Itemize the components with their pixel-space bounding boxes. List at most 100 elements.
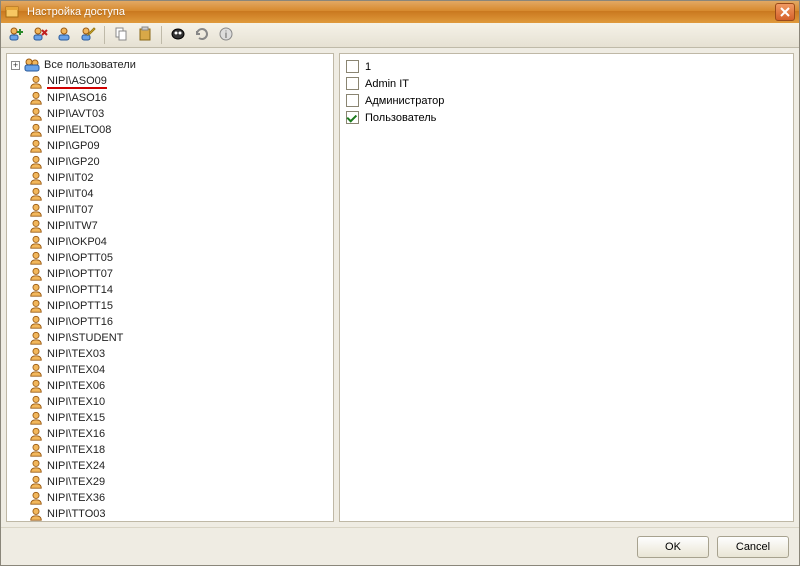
tree-item-label: NIPI\AVT03: [47, 108, 104, 120]
user-add-button[interactable]: [5, 24, 27, 46]
user-edit-button[interactable]: [77, 24, 99, 46]
checkbox[interactable]: [346, 111, 359, 124]
user-remove-icon: [32, 26, 48, 45]
paste-button[interactable]: [134, 24, 156, 46]
tree-item[interactable]: NIPI\OKP04: [27, 234, 329, 250]
tree-item-label: NIPI\TEX24: [47, 460, 105, 472]
tree-item[interactable]: NIPI\OPTT14: [27, 282, 329, 298]
user-icon: [29, 171, 43, 185]
user-icon: [29, 203, 43, 217]
tree-item-label: NIPI\OPTT07: [47, 268, 113, 280]
tree-item-label: NIPI\ITW7: [47, 220, 98, 232]
user-icon: [29, 299, 43, 313]
role-label: Пользователь: [365, 112, 436, 124]
user-icon: [29, 283, 43, 297]
tree-item[interactable]: NIPI\TEX29: [27, 474, 329, 490]
info-icon: i: [218, 26, 234, 45]
dialog-footer: OK Cancel: [1, 527, 799, 565]
checkbox[interactable]: [346, 77, 359, 90]
tree-item-label: NIPI\IT04: [47, 188, 93, 200]
tree-item-label: NIPI\IT02: [47, 172, 93, 184]
tree-item[interactable]: NIPI\TEX04: [27, 362, 329, 378]
mask-button[interactable]: [167, 24, 189, 46]
user-icon: [29, 331, 43, 345]
user-icon: [29, 507, 43, 521]
tree-item[interactable]: NIPI\TEX16: [27, 426, 329, 442]
user-icon: [29, 155, 43, 169]
tree-item-label: NIPI\IT07: [47, 204, 93, 216]
tree-item[interactable]: NIPI\OPTT16: [27, 314, 329, 330]
tree-item[interactable]: NIPI\GP20: [27, 154, 329, 170]
tree-item[interactable]: NIPI\TEX03: [27, 346, 329, 362]
tree-item-label: NIPI\TEX29: [47, 476, 105, 488]
user-icon: [29, 347, 43, 361]
close-button[interactable]: [775, 3, 795, 21]
tree-item[interactable]: NIPI\IT07: [27, 202, 329, 218]
tree-item-label: NIPI\OKP04: [47, 236, 107, 248]
tree-item[interactable]: NIPI\GP09: [27, 138, 329, 154]
user-add-icon: [8, 26, 24, 45]
role-label: 1: [365, 61, 371, 73]
ok-button[interactable]: OK: [637, 536, 709, 558]
tree-item-label: NIPI\ELTO08: [47, 124, 111, 136]
tree-item[interactable]: NIPI\TEX36: [27, 490, 329, 506]
copy-icon: [113, 26, 129, 45]
tree-item-label: NIPI\GP09: [47, 140, 100, 152]
user-icon: [29, 235, 43, 249]
info-button[interactable]: i: [215, 24, 237, 46]
tree-item[interactable]: NIPI\TEX18: [27, 442, 329, 458]
users-tree[interactable]: + Все пользователи NIPI\ASO09NIPI\ASO16 N…: [7, 54, 333, 522]
user-icon: [29, 123, 43, 137]
access-settings-window: Настройка доступа i + Все пользователи N…: [0, 0, 800, 566]
checkbox[interactable]: [346, 94, 359, 107]
user-button[interactable]: [53, 24, 75, 46]
tree-item[interactable]: NIPI\TEX15: [27, 410, 329, 426]
tree-item[interactable]: NIPI\ASO16: [27, 90, 329, 106]
tree-item[interactable]: NIPI\OPTT07: [27, 266, 329, 282]
expand-icon[interactable]: +: [11, 61, 20, 70]
tree-item[interactable]: NIPI\AVT03: [27, 106, 329, 122]
tree-item[interactable]: NIPI\ELTO08: [27, 122, 329, 138]
role-item[interactable]: Admin IT: [346, 75, 787, 92]
user-icon: [29, 107, 43, 121]
tree-item-label: NIPI\TEX18: [47, 444, 105, 456]
tree-item[interactable]: NIPI\ASO09: [27, 74, 329, 90]
user-remove-button[interactable]: [29, 24, 51, 46]
tree-item-label: NIPI\ASO09: [47, 75, 107, 89]
users-tree-panel: + Все пользователи NIPI\ASO09NIPI\ASO16 N…: [6, 53, 334, 522]
tree-item-label: NIPI\TEX04: [47, 364, 105, 376]
tree-item[interactable]: NIPI\ITW7: [27, 218, 329, 234]
role-item[interactable]: 1: [346, 58, 787, 75]
tree-item[interactable]: NIPI\TEX10: [27, 394, 329, 410]
toolbar: i: [1, 23, 799, 48]
tree-item-label: NIPI\OPTT16: [47, 316, 113, 328]
window-title: Настройка доступа: [27, 6, 775, 18]
user-icon: [29, 459, 43, 473]
group-icon: [24, 57, 40, 73]
copy-button[interactable]: [110, 24, 132, 46]
role-label: Администратор: [365, 95, 444, 107]
svg-text:i: i: [225, 30, 227, 41]
checkbox[interactable]: [346, 60, 359, 73]
tree-item-label: NIPI\STUDENT: [47, 332, 123, 344]
app-icon: [5, 4, 21, 20]
tree-item[interactable]: NIPI\OPTT05: [27, 250, 329, 266]
tree-item[interactable]: NIPI\STUDENT: [27, 330, 329, 346]
tree-item[interactable]: NIPI\TEX06: [27, 378, 329, 394]
tree-item[interactable]: NIPI\IT04: [27, 186, 329, 202]
tree-item[interactable]: NIPI\TEX24: [27, 458, 329, 474]
user-icon: [29, 443, 43, 457]
tree-item-label: NIPI\OPTT14: [47, 284, 113, 296]
tree-item[interactable]: NIPI\TTO03: [27, 506, 329, 522]
refresh-icon: [194, 26, 210, 45]
cancel-button[interactable]: Cancel: [717, 536, 789, 558]
titlebar: Настройка доступа: [1, 1, 799, 23]
role-item[interactable]: Пользователь: [346, 109, 787, 126]
tree-item[interactable]: NIPI\OPTT15: [27, 298, 329, 314]
tree-item[interactable]: NIPI\IT02: [27, 170, 329, 186]
tree-item-label: NIPI\TEX06: [47, 380, 105, 392]
tree-root[interactable]: + Все пользователи: [11, 56, 329, 74]
role-item[interactable]: Администратор: [346, 92, 787, 109]
tree-item-label: NIPI\TTO03: [47, 508, 105, 520]
refresh-button[interactable]: [191, 24, 213, 46]
